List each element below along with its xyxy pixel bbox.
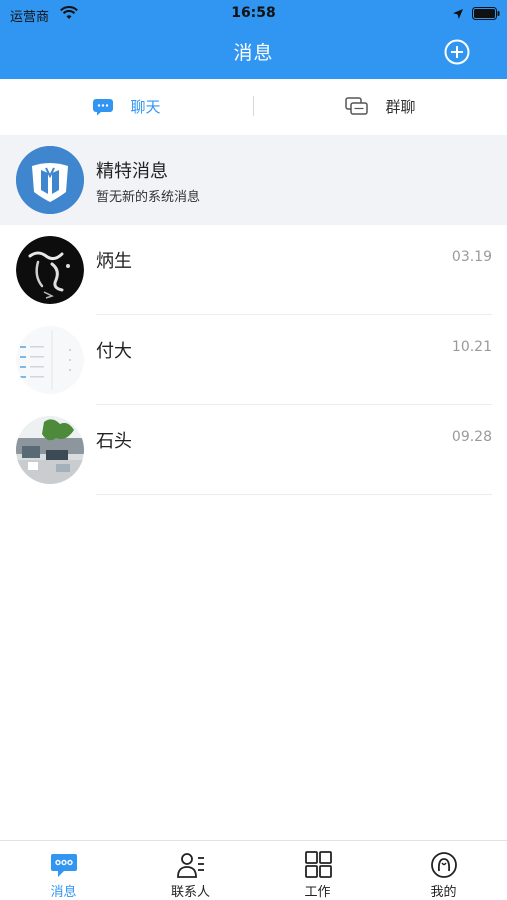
clock: 16:58 (231, 5, 276, 21)
chat-date: 03.19 (451, 249, 492, 265)
nav-profile-label: 我的 (430, 885, 457, 900)
tab-chat[interactable]: 聊天 (0, 79, 253, 134)
calligraphy-avatar-image (16, 236, 84, 304)
row-divider (96, 494, 492, 495)
chat-bubble-icon (93, 98, 114, 115)
segment-tabs: 聊天 群聊 (0, 79, 507, 134)
system-message-row[interactable]: 精特消息 暂无新的系统消息 (0, 135, 507, 225)
chat-name: 炳生 (96, 251, 132, 272)
chat-name: 付大 (96, 341, 132, 362)
chat-date: 10.21 (451, 339, 492, 355)
location-arrow-icon (453, 9, 463, 19)
avatar (16, 326, 84, 394)
contacts-icon (176, 853, 204, 878)
chat-row[interactable]: 付大 10.21 (0, 315, 507, 405)
group-chat-icon (345, 96, 369, 115)
chat-row[interactable]: 石头 09.28 (0, 405, 507, 495)
nav-messages-label: 消息 (50, 885, 77, 900)
nav-work[interactable]: 工作 (254, 841, 381, 900)
screenshot-avatar-image (16, 326, 84, 394)
tab-group-chat[interactable]: 群聊 (254, 79, 507, 134)
battery-icon (472, 7, 500, 20)
nav-work-label: 工作 (304, 885, 331, 900)
office-photo-avatar-image (16, 416, 84, 484)
chat-name: 石头 (96, 431, 132, 452)
message-icon (50, 854, 77, 877)
header: 运营商 16:58 消息 (0, 0, 507, 79)
chat-row[interactable]: 炳生 03.19 (0, 225, 507, 315)
avatar (16, 416, 84, 484)
add-button[interactable] (443, 38, 471, 66)
grid-icon (304, 851, 332, 878)
system-message-subtitle: 暂无新的系统消息 (96, 190, 201, 205)
tab-group-chat-label: 群聊 (385, 98, 416, 116)
plus-circle-icon (444, 39, 470, 65)
page-title: 消息 (233, 42, 274, 64)
tab-chat-label: 聊天 (130, 98, 161, 116)
status-bar: 运营商 16:58 (0, 0, 507, 28)
nav-messages[interactable]: 消息 (0, 841, 127, 900)
nav-contacts-label: 联系人 (170, 885, 210, 900)
shield-book-icon (16, 146, 84, 214)
app-root: 运营商 16:58 消息 聊天 群聊 精特消息 暂无新的系统消息 炳生 03.1… (0, 0, 507, 900)
profile-icon (430, 852, 457, 878)
nav-contacts[interactable]: 联系人 (127, 841, 254, 900)
avatar (16, 236, 84, 304)
bottom-nav: 消息 联系人 工作 我的 (0, 840, 507, 900)
chat-date: 09.28 (451, 429, 492, 445)
nav-profile[interactable]: 我的 (380, 841, 507, 900)
system-message-title: 精特消息 (96, 161, 168, 182)
system-avatar (16, 146, 84, 214)
